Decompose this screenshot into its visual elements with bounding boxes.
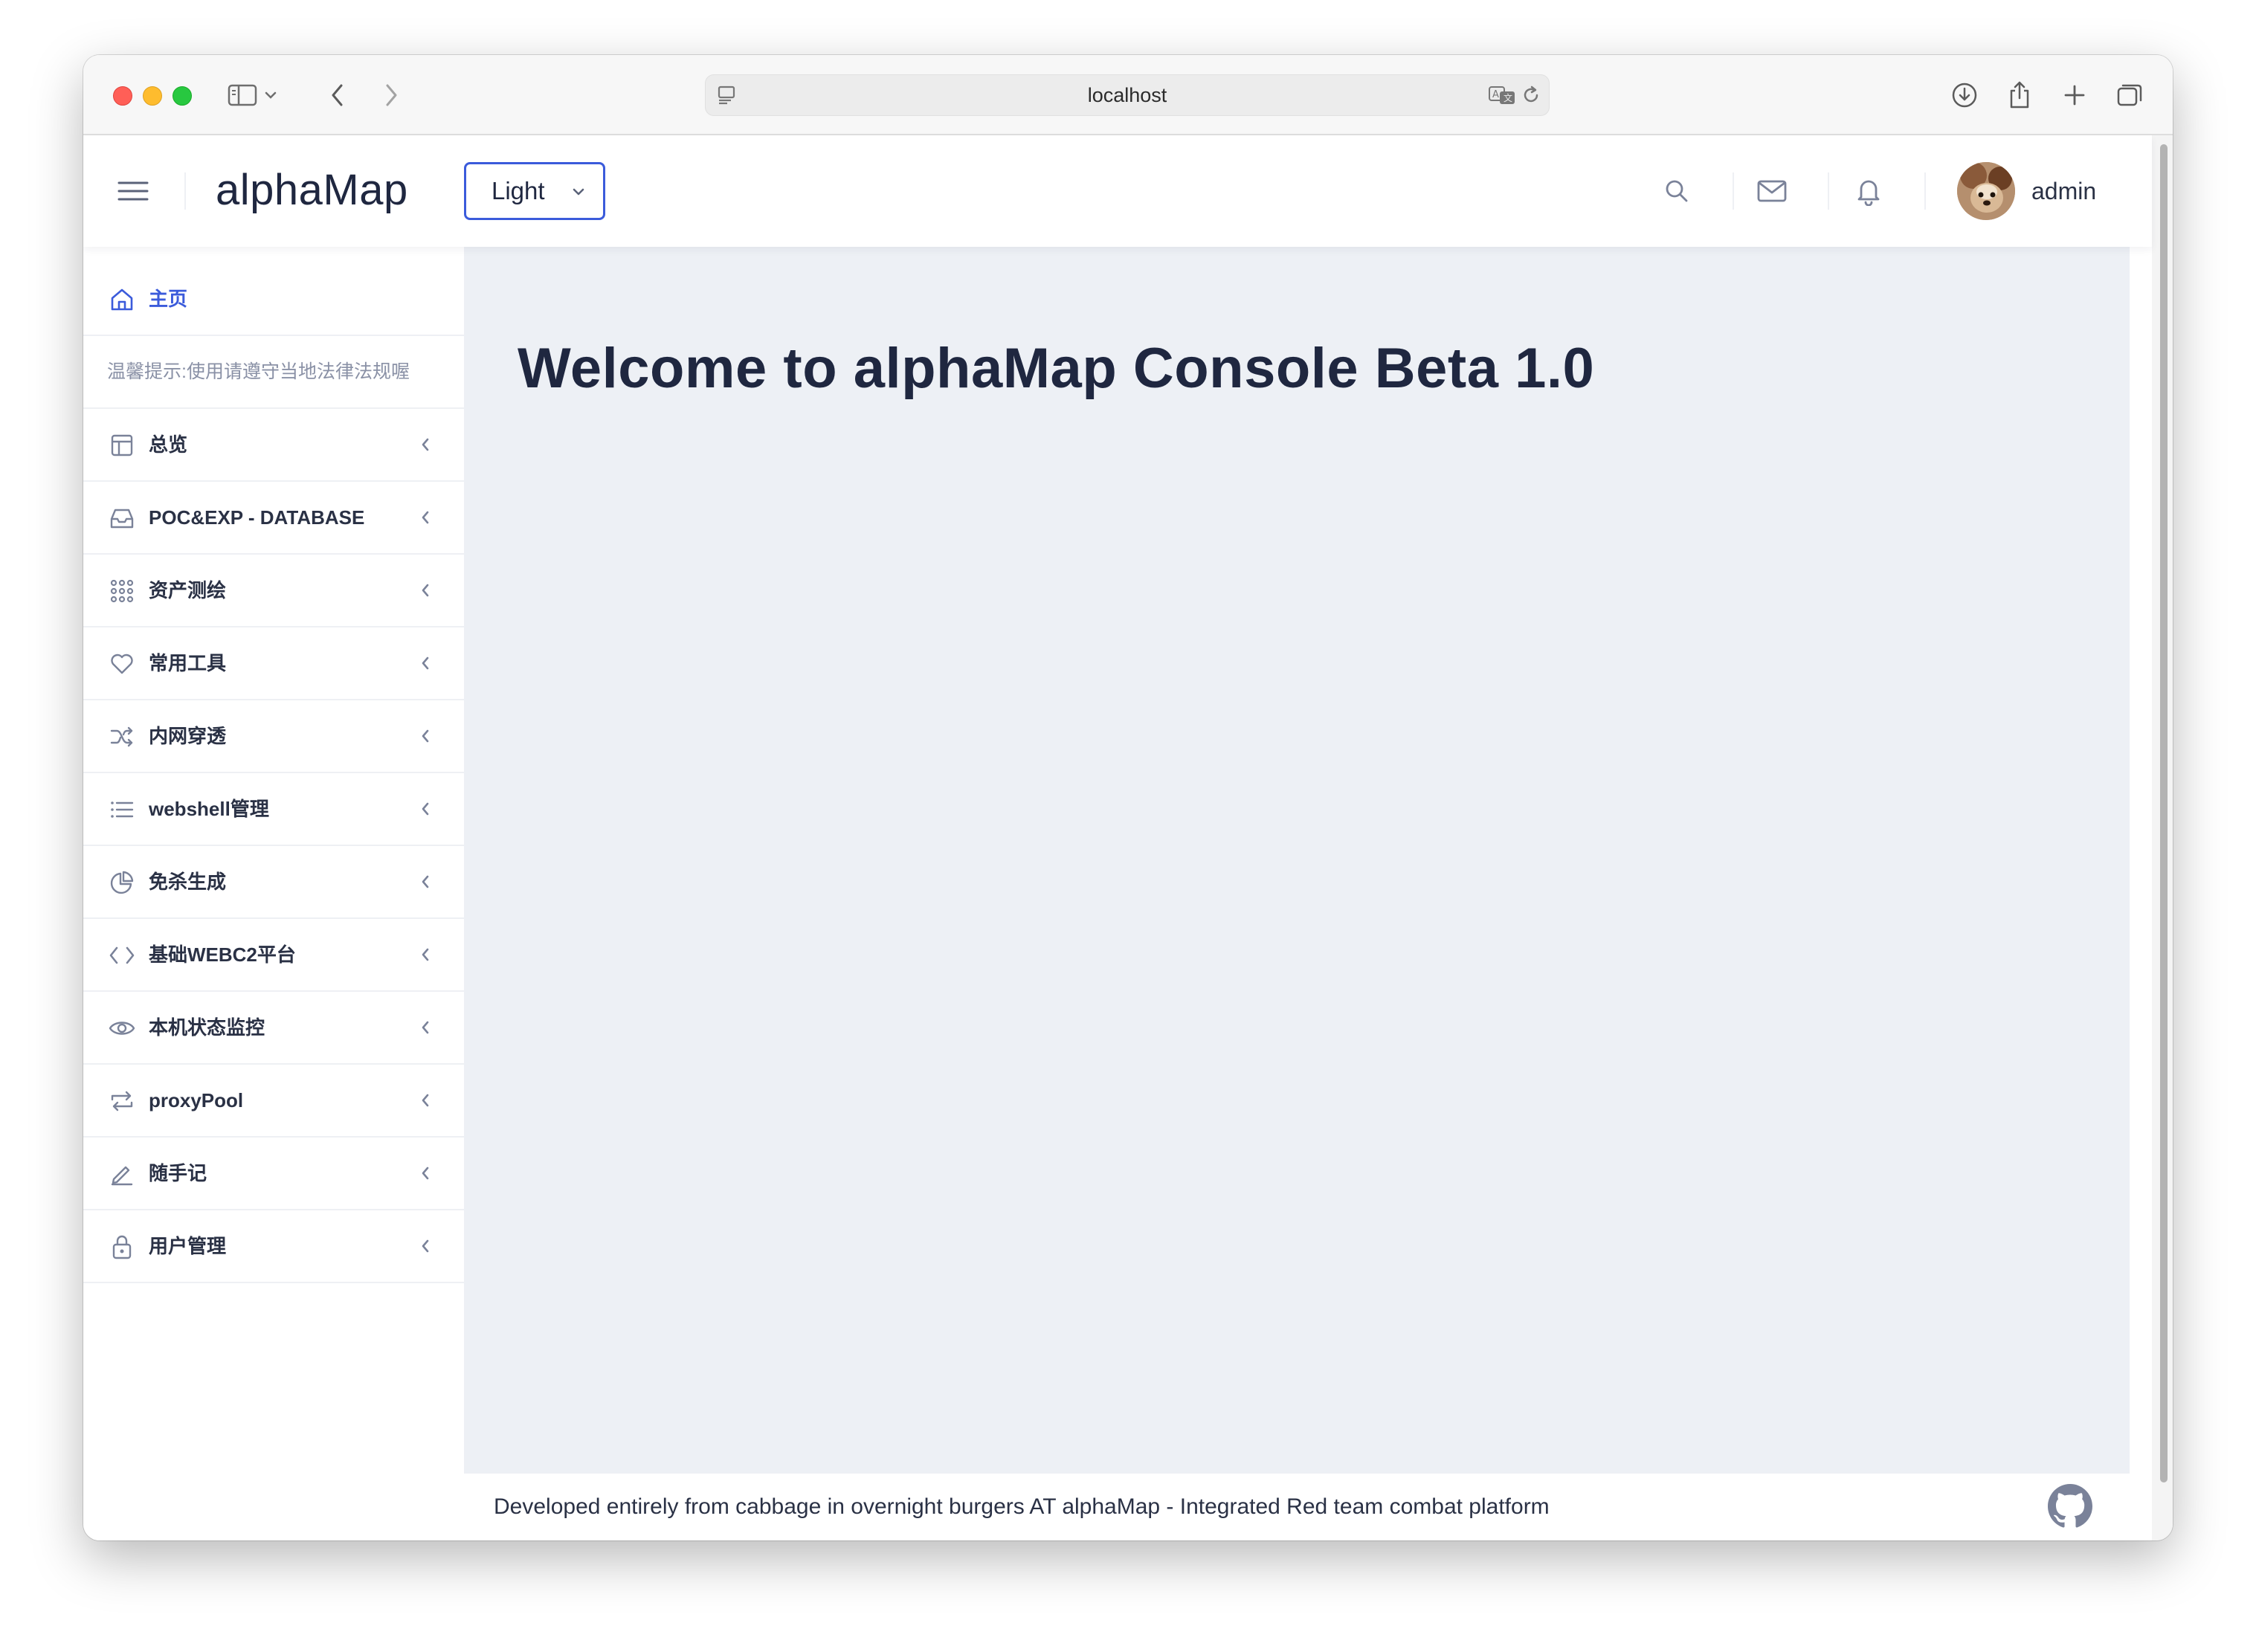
layout-icon	[109, 432, 135, 459]
url-text: localhost	[1087, 84, 1167, 106]
sidebar-item-proxypool[interactable]: proxyPool	[83, 1065, 464, 1138]
sidebar-item-webshell-management[interactable]: webshell管理	[83, 773, 464, 846]
translate-icon[interactable]: A文	[1488, 85, 1516, 109]
sidebar-item-notes[interactable]: 随手记	[83, 1138, 464, 1210]
minimize-window-button[interactable]	[143, 86, 162, 106]
sidebar-item-label: proxyPool	[149, 1089, 244, 1111]
header-divider	[184, 172, 186, 210]
brand-title[interactable]: alphaMap	[216, 165, 408, 215]
code-icon	[109, 942, 135, 969]
grid-dots-icon	[109, 578, 135, 604]
edit-icon	[109, 1161, 135, 1187]
heart-icon	[109, 651, 135, 677]
close-window-button[interactable]	[113, 86, 132, 106]
chevron-left-icon	[419, 1091, 431, 1113]
new-tab-icon[interactable]	[2057, 77, 2092, 113]
sidebar-item-label: 用户管理	[149, 1235, 227, 1257]
chevron-left-icon	[419, 509, 431, 530]
chevron-left-icon	[419, 654, 431, 676]
browser-window: localhost A文 alphaMap Light admin 主页 温馨提…	[83, 55, 2173, 1540]
theme-select[interactable]: Light	[464, 162, 605, 220]
sidebar-item-host-monitoring[interactable]: 本机状态监控	[83, 992, 464, 1065]
sidebar-item-label: 资产测绘	[149, 579, 227, 601]
sidebar-item-user-management[interactable]: 用户管理	[83, 1210, 464, 1283]
sidebar-item-label: 内网穿透	[149, 725, 227, 747]
lock-icon	[109, 1233, 135, 1260]
inbox-icon	[109, 505, 135, 532]
sidebar-item-common-tools[interactable]: 常用工具	[83, 627, 464, 700]
page-scrollbar[interactable]	[2160, 144, 2168, 1482]
share-icon[interactable]	[2002, 77, 2037, 113]
sidebar-item-label: 基础WEBC2平台	[149, 943, 296, 966]
sidebar-notice: 温馨提示:使用请遵守当地法律法规喔	[83, 336, 464, 409]
sidebar-item-intranet-penetration[interactable]: 内网穿透	[83, 700, 464, 773]
username[interactable]: admin	[2031, 171, 2096, 211]
chevron-left-icon	[419, 727, 431, 749]
chevron-left-icon	[419, 873, 431, 894]
shuffle-icon	[109, 723, 135, 750]
chevron-down-icon[interactable]	[260, 77, 281, 113]
home-icon	[109, 286, 135, 313]
sidebar-item-asset-mapping[interactable]: 资产测绘	[83, 555, 464, 627]
footer-text: Developed entirely from cabbage in overn…	[494, 1494, 1550, 1519]
reload-icon[interactable]	[1521, 85, 1541, 109]
chevron-left-icon	[419, 436, 431, 457]
theme-select-value: Light	[492, 177, 545, 204]
header-divider	[1733, 172, 1734, 210]
sidebar-toggle-icon[interactable]	[225, 77, 260, 113]
download-icon[interactable]	[1947, 77, 1982, 113]
back-icon[interactable]	[320, 77, 355, 113]
mail-icon[interactable]	[1752, 171, 1792, 211]
forward-icon[interactable]	[373, 77, 409, 113]
sidebar-item-label: 常用工具	[149, 652, 227, 674]
chevron-left-icon	[419, 581, 431, 603]
chevron-down-icon	[570, 184, 587, 204]
repeat-icon	[109, 1088, 135, 1114]
page-title: Welcome to alphaMap Console Beta 1.0	[518, 337, 1595, 400]
zoom-window-button[interactable]	[173, 86, 192, 106]
tab-overview-icon[interactable]	[2112, 77, 2147, 113]
chevron-left-icon	[419, 800, 431, 822]
bell-icon[interactable]	[1849, 171, 1889, 211]
avatar[interactable]	[1957, 162, 2015, 220]
chevron-left-icon	[419, 946, 431, 967]
sidebar-item-webc2-platform[interactable]: 基础WEBC2平台	[83, 919, 464, 992]
sidebar-item-label: 主页	[149, 288, 188, 310]
sidebar-item-label: 随手记	[149, 1162, 207, 1184]
chevron-left-icon	[419, 1164, 431, 1186]
eye-icon	[109, 1015, 135, 1042]
github-icon[interactable]	[2048, 1484, 2092, 1532]
sidebar-item-label: POC&EXP - DATABASE	[149, 506, 365, 529]
sidebar-item-overview[interactable]: 总览	[83, 409, 464, 482]
sidebar-item-label: 免杀生成	[149, 871, 227, 893]
chevron-left-icon	[419, 1237, 431, 1259]
sidebar-item-label: 总览	[149, 433, 188, 456]
sidebar-item-label: webshell管理	[149, 798, 269, 820]
footer: Developed entirely from cabbage in overn…	[464, 1474, 2130, 1540]
sidebar-item-antivirus-evasion[interactable]: 免杀生成	[83, 846, 464, 919]
hamburger-menu-icon[interactable]	[115, 172, 152, 210]
app-header: alphaMap Light admin	[83, 135, 2152, 247]
svg-text:文: 文	[1504, 92, 1512, 103]
list-icon	[109, 796, 135, 823]
chevron-left-icon	[419, 1019, 431, 1040]
address-bar[interactable]: localhost A文	[705, 74, 1550, 116]
notice-text: 温馨提示:使用请遵守当地法律法规喔	[107, 361, 410, 382]
sidebar-item-poc-exp-database[interactable]: POC&EXP - DATABASE	[83, 482, 464, 555]
svg-text:A: A	[1492, 89, 1499, 100]
sidebar-item-label: 本机状态监控	[149, 1016, 265, 1039]
browser-toolbar: localhost A文	[83, 55, 2173, 135]
header-divider	[1924, 172, 1926, 210]
search-icon[interactable]	[1657, 171, 1697, 211]
main-content: Welcome to alphaMap Console Beta 1.0	[464, 247, 2130, 1474]
pie-chart-icon	[109, 869, 135, 896]
header-divider	[1828, 172, 1829, 210]
sidebar: 主页 温馨提示:使用请遵守当地法律法规喔 总览 POC&EXP - DATABA…	[83, 247, 465, 1540]
sidebar-item-home[interactable]: 主页	[83, 263, 464, 336]
